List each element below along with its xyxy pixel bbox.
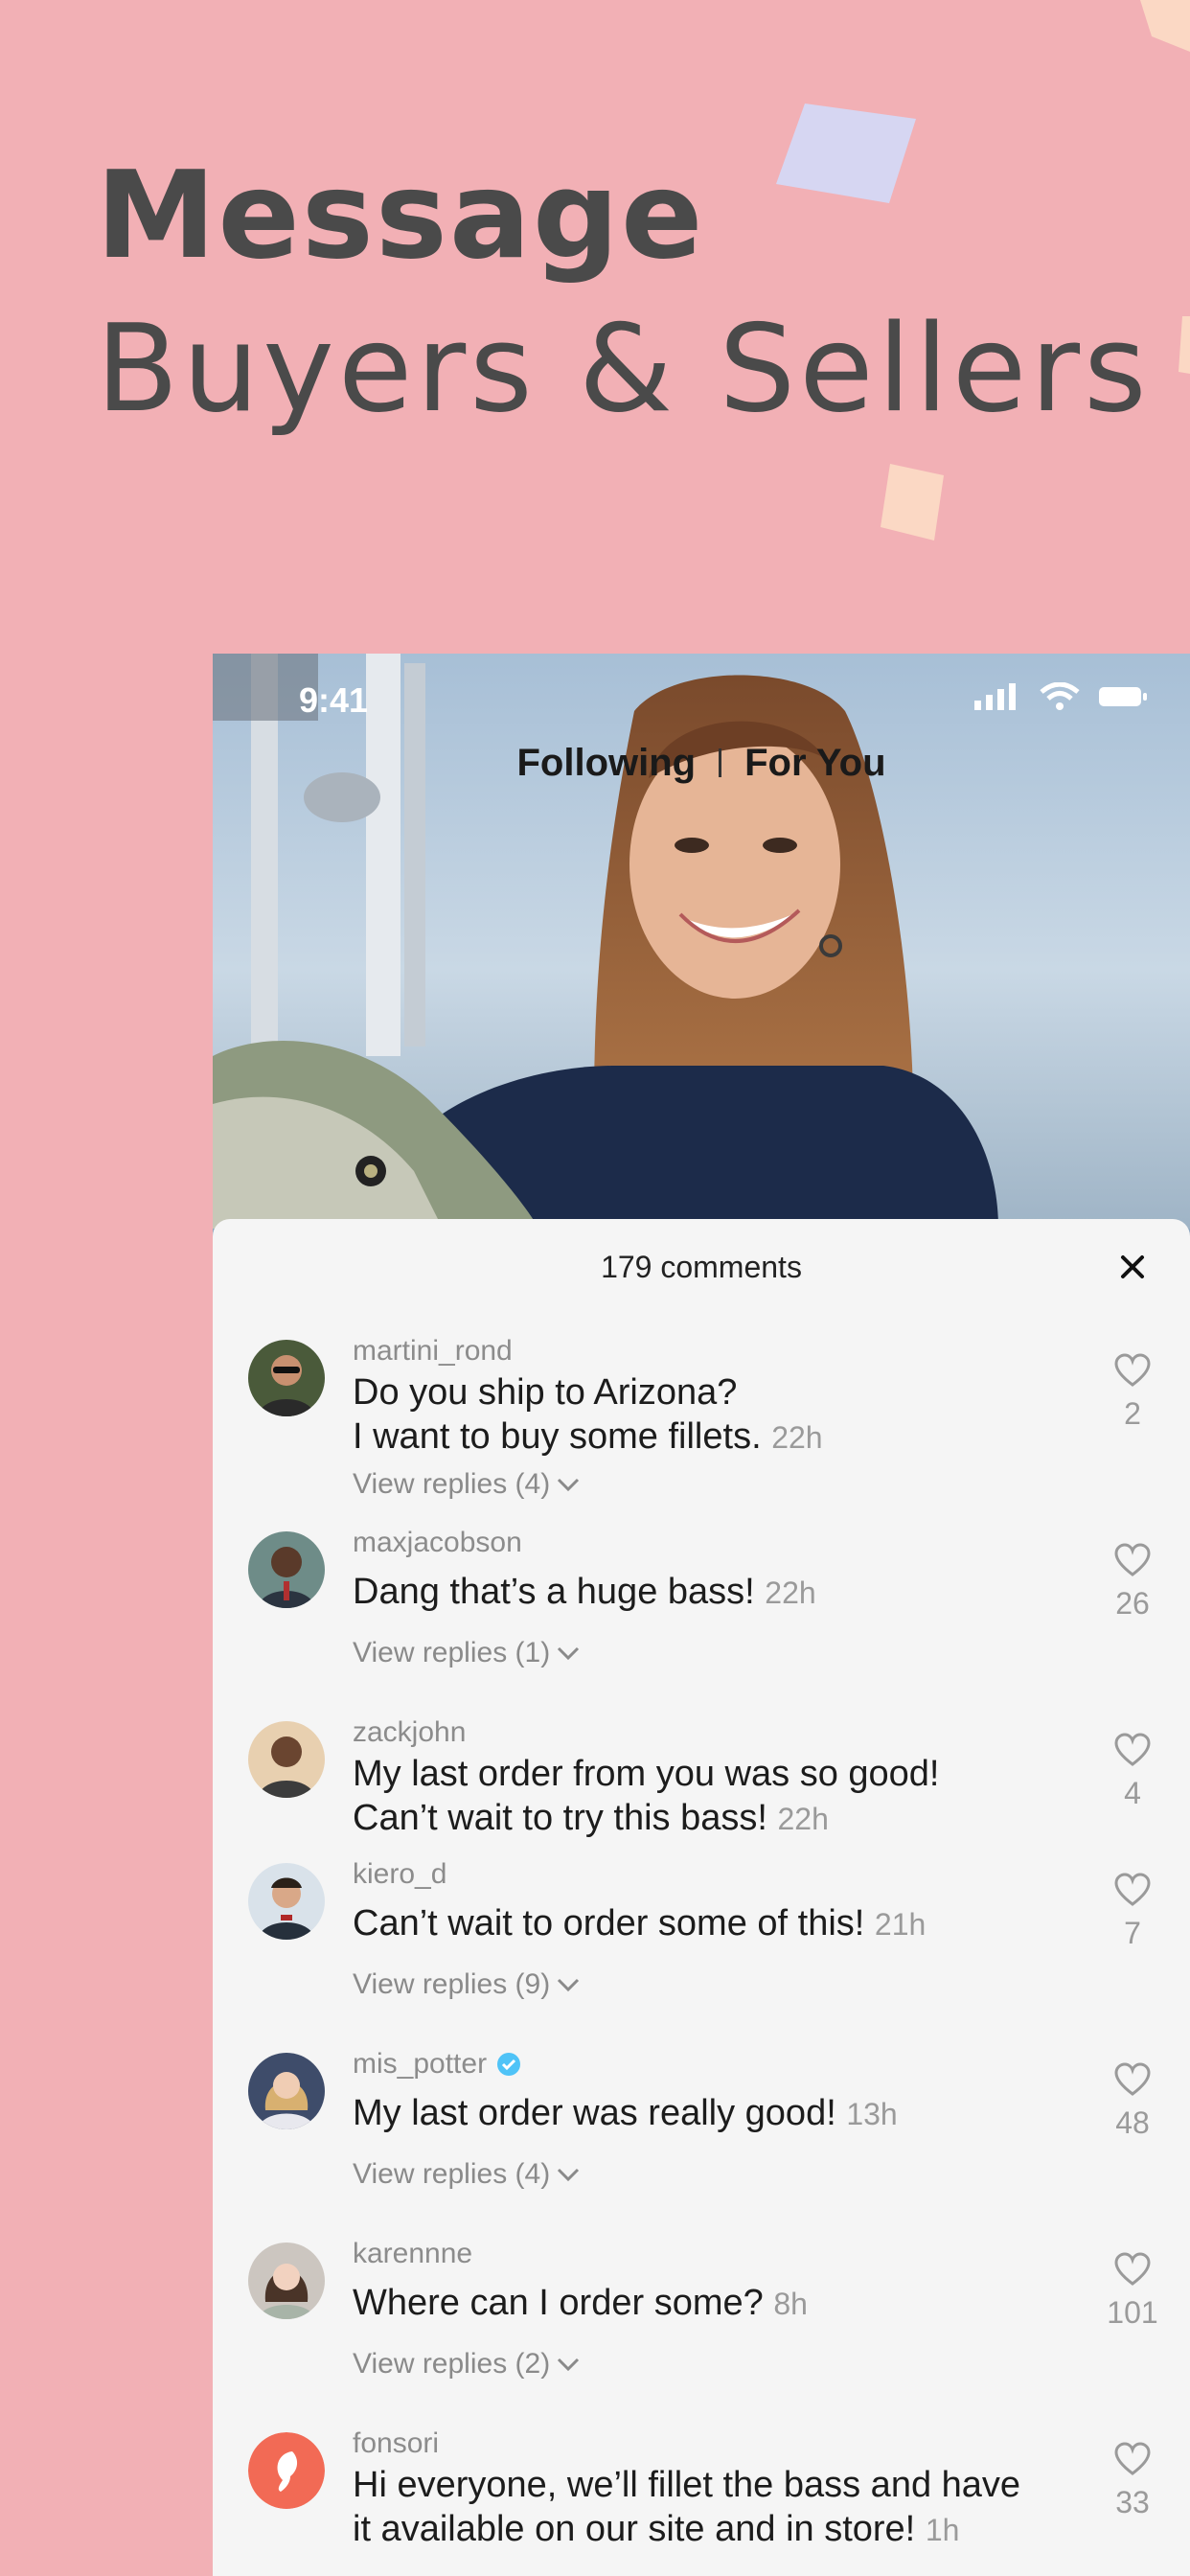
view-replies-button[interactable]: View replies (4) — [353, 2155, 1090, 2194]
view-replies-button[interactable]: View replies (4) — [353, 1465, 1090, 1504]
like-button[interactable]: 26 — [1094, 1543, 1171, 1622]
comment-text: Can’t wait to order some of this! 21h — [353, 1903, 927, 1944]
avatar[interactable] — [248, 1721, 325, 1798]
avatar[interactable] — [248, 1340, 325, 1416]
chevron-down-icon — [558, 2358, 580, 2372]
like-button[interactable]: 2 — [1094, 1353, 1171, 1432]
comment-body: martini_rond Do you ship to Arizona? I wa… — [353, 1332, 1090, 1504]
avatar[interactable] — [248, 1531, 325, 1608]
comment-text: Hi everyone, we’ll fillet the bass and h… — [353, 2465, 1021, 2549]
comment-username[interactable]: karennne — [353, 2235, 1090, 2273]
headline-line1: Message — [96, 145, 705, 286]
heart-icon — [1114, 1543, 1151, 1576]
comment-time: 22h — [765, 1576, 816, 1610]
status-bar: 9:41 — [213, 654, 1190, 749]
comment-text: My last order was really good! 13h — [353, 2093, 898, 2133]
signal-icon — [974, 683, 1016, 710]
status-icons — [974, 682, 1147, 711]
status-time: 9:41 — [299, 680, 369, 720]
like-button[interactable]: 101 — [1094, 2252, 1171, 2331]
comment-time: 21h — [874, 1907, 927, 1942]
wifi-icon — [1040, 682, 1080, 710]
like-count: 7 — [1124, 1916, 1141, 1950]
headline: Message Buyers & Sellers — [96, 144, 1151, 450]
heart-icon — [1114, 1353, 1151, 1387]
like-count: 101 — [1107, 2295, 1158, 2330]
chevron-down-icon — [558, 1478, 580, 1492]
heart-icon — [1114, 1873, 1151, 1906]
tab-for-you[interactable]: For You — [744, 742, 885, 785]
view-replies-button[interactable]: View replies (2) — [353, 2345, 1090, 2383]
confetti-peach-corner — [1140, 0, 1190, 52]
like-count: 2 — [1124, 1396, 1141, 1431]
feed-tabs: Following For You — [213, 740, 1190, 785]
comment-username[interactable]: fonsori — [353, 2425, 1119, 2463]
comment-time: 22h — [777, 1802, 829, 1836]
comment-body: maxjacobson Dang that’s a huge bass! 22h… — [353, 1524, 1090, 1672]
close-icon[interactable] — [1113, 1248, 1152, 1286]
comments-panel: 179 comments martini_rond Do you ship to… — [213, 1219, 1190, 2576]
comment-body: fonsori Hi everyone, we’ll fillet the ba… — [353, 2425, 1119, 2552]
comment-body: karennne Where can I order some? 8h View… — [353, 2235, 1090, 2383]
heart-icon — [1114, 2252, 1151, 2286]
headline-line2: Buyers & Sellers — [96, 298, 1151, 439]
like-button[interactable]: 4 — [1094, 1733, 1171, 1811]
like-button[interactable]: 48 — [1094, 2062, 1171, 2141]
avatar[interactable] — [248, 2432, 325, 2509]
like-button[interactable]: 7 — [1094, 1873, 1171, 1951]
video-player[interactable]: 9:41 Following For You — [213, 654, 1190, 1229]
like-count: 48 — [1115, 2105, 1150, 2140]
phone-screen: 9:41 Following For You 179 comments mart… — [213, 654, 1190, 2576]
like-count: 33 — [1115, 2485, 1150, 2519]
comment-text: My last order from you was so good! Can’t… — [353, 1754, 940, 1838]
verified-badge-icon — [497, 2053, 521, 2076]
comment-text: Do you ship to Arizona? I want to buy som… — [353, 1372, 823, 1457]
chevron-down-icon — [558, 1646, 580, 1661]
confetti-peach — [881, 464, 944, 540]
chevron-down-icon — [558, 2168, 580, 2182]
tab-separator — [719, 748, 722, 778]
comment-body: zackjohn My last order from you was so g… — [353, 1714, 1090, 1841]
confetti-purple — [776, 104, 916, 203]
view-replies-button[interactable]: View replies (1) — [353, 1634, 1090, 1672]
view-replies-button[interactable]: View replies (9) — [353, 1966, 1090, 2004]
comments-count: 179 comments — [601, 1250, 802, 1284]
tab-following[interactable]: Following — [516, 742, 696, 785]
comment-body: mis_potter My last order was really good… — [353, 2045, 1090, 2194]
battery-icon — [1099, 687, 1147, 706]
avatar[interactable] — [248, 2242, 325, 2319]
like-button[interactable]: 33 — [1094, 2442, 1171, 2520]
like-count: 26 — [1115, 1586, 1150, 1621]
comment-text: Where can I order some? 8h — [353, 2283, 808, 2323]
comment-username[interactable]: maxjacobson — [353, 1524, 1090, 1562]
comment-time: 1h — [925, 2513, 960, 2547]
comment-username[interactable]: kiero_d — [353, 1855, 1090, 1894]
avatar[interactable] — [248, 1863, 325, 1940]
comments-header: 179 comments — [213, 1219, 1190, 1315]
comment-body: kiero_d Can’t wait to order some of this… — [353, 1855, 1090, 2004]
heart-icon — [1114, 2442, 1151, 2475]
comment-username[interactable]: zackjohn — [353, 1714, 1090, 1752]
comment-text: Dang that’s a huge bass! 22h — [353, 1572, 816, 1612]
chevron-down-icon — [558, 1978, 580, 1992]
comment-time: 13h — [846, 2097, 898, 2131]
comment-username[interactable]: martini_rond — [353, 1332, 1090, 1370]
heart-icon — [1114, 1733, 1151, 1766]
heart-icon — [1114, 2062, 1151, 2096]
like-count: 4 — [1124, 1776, 1141, 1810]
comment-time: 22h — [771, 1420, 823, 1455]
comment-time: 8h — [773, 2287, 808, 2321]
comment-username[interactable]: mis_potter — [353, 2045, 1090, 2083]
avatar[interactable] — [248, 2053, 325, 2129]
confetti-peach-edge — [1179, 316, 1190, 374]
